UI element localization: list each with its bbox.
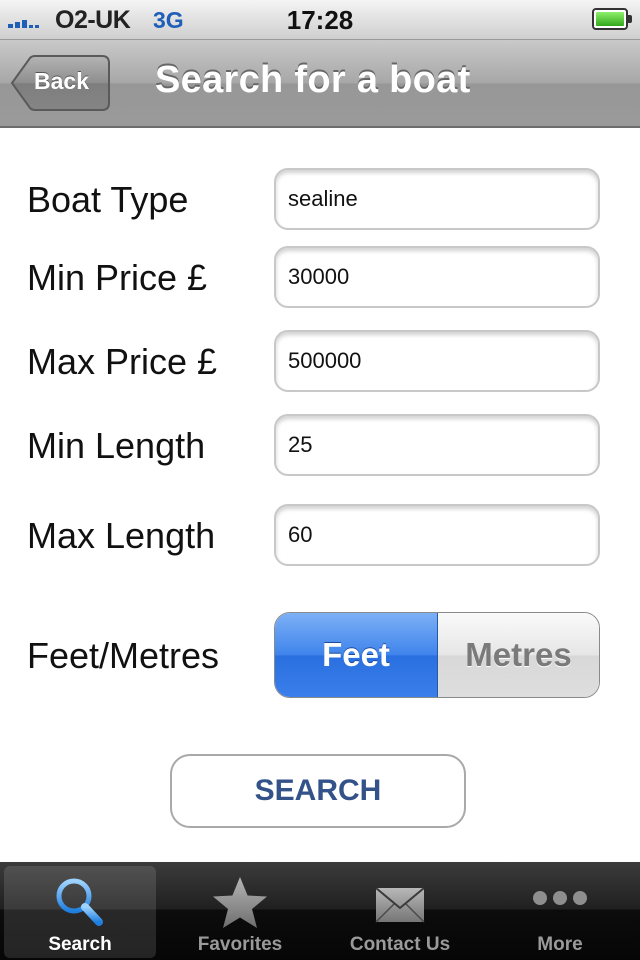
navigation-bar: Back Search for a boat	[0, 40, 640, 128]
boat-type-label: Boat Type	[27, 179, 189, 220]
max-length-label: Max Length	[27, 515, 216, 556]
star-icon	[213, 877, 267, 928]
magnifier-icon	[56, 878, 103, 926]
units-row: Feet/Metres Feet Metres	[0, 612, 640, 698]
tab-search-label: Search	[48, 934, 112, 955]
metres-segment[interactable]: Metres	[438, 613, 599, 697]
min-price-label: Min Price £	[27, 257, 208, 298]
units-segmented-control: Feet Metres	[274, 612, 600, 698]
min-length-row: Min Length	[0, 414, 640, 478]
battery-icon	[592, 8, 632, 30]
back-label: Back	[34, 68, 89, 94]
tab-contact-us-label: Contact Us	[349, 934, 451, 955]
tab-favorites-label: Favorites	[197, 934, 283, 955]
envelope-icon	[375, 887, 425, 923]
tab-more-label: More	[537, 934, 583, 955]
tab-more[interactable]: More	[480, 866, 640, 958]
boat-type-field[interactable]	[274, 168, 600, 230]
status-bar: O2-UK 3G 17:28	[0, 0, 640, 40]
search-button[interactable]: SEARCH	[170, 754, 466, 828]
tab-bar: Search Favorites Contact Us More	[0, 862, 640, 960]
page-title: Search for a boat	[155, 59, 471, 101]
max-length-field[interactable]	[274, 504, 600, 566]
min-length-field[interactable]	[274, 414, 600, 476]
max-price-row: Max Price £	[0, 330, 640, 394]
more-dots-icon	[533, 891, 587, 905]
max-price-label: Max Price £	[27, 341, 218, 382]
min-price-row: Min Price £	[0, 246, 640, 310]
boat-type-row: Boat Type	[0, 168, 640, 232]
feet-segment[interactable]: Feet	[275, 613, 438, 697]
min-length-label: Min Length	[27, 425, 206, 466]
tab-favorites[interactable]: Favorites	[160, 866, 320, 958]
units-label: Feet/Metres	[27, 635, 220, 676]
min-price-field[interactable]	[274, 246, 600, 308]
max-price-field[interactable]	[274, 330, 600, 392]
max-length-row: Max Length	[0, 504, 640, 568]
back-button[interactable]: Back	[10, 55, 110, 111]
tab-search[interactable]: Search	[4, 866, 156, 958]
status-time: 17:28	[286, 5, 354, 35]
tab-contact-us[interactable]: Contact Us	[320, 866, 480, 958]
